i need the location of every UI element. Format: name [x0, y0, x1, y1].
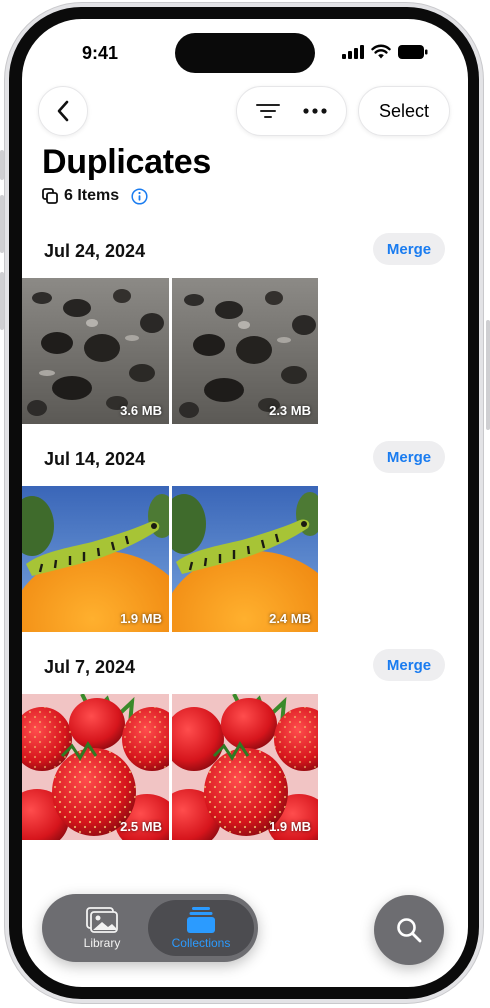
file-size: 1.9 MB	[269, 819, 311, 834]
file-size: 1.9 MB	[120, 611, 162, 626]
battery-icon	[398, 44, 428, 59]
item-count-row: 6 Items	[42, 187, 148, 205]
tab-bar: Library Collections	[42, 894, 258, 962]
search-icon	[397, 918, 422, 943]
photo-row: 2.5 MB 1.9 MB	[22, 694, 318, 840]
dynamic-island	[175, 33, 315, 73]
photo-library-icon	[86, 906, 118, 933]
file-size: 2.4 MB	[269, 611, 311, 626]
side-button	[0, 272, 4, 330]
side-button	[0, 150, 4, 180]
duplicate-icon	[42, 188, 58, 204]
cellular-signal-icon	[342, 44, 364, 59]
photo-row: 1.9 MB 2.4 MB	[22, 486, 318, 632]
photo-thumbnail[interactable]: 3.6 MB	[22, 278, 169, 424]
group-date: Jul 7, 2024	[44, 657, 136, 677]
tab-library-label: Library	[83, 935, 121, 950]
status-icons	[342, 44, 428, 59]
more-button[interactable]	[295, 91, 335, 131]
wifi-icon	[371, 44, 391, 59]
group-date: Jul 14, 2024	[44, 449, 146, 469]
file-size: 2.3 MB	[269, 403, 311, 418]
merge-button[interactable]: Merge	[373, 649, 445, 681]
filter-button[interactable]	[248, 91, 288, 131]
file-size: 3.6 MB	[120, 403, 162, 418]
photo-thumbnail[interactable]: 2.3 MB	[172, 278, 318, 424]
photo-thumbnail[interactable]: 2.4 MB	[172, 486, 318, 632]
side-button	[0, 195, 4, 253]
item-count: 6 Items	[64, 187, 120, 204]
photo-thumbnail[interactable]: 2.5 MB	[22, 694, 169, 840]
page-title: Duplicates	[42, 143, 211, 181]
merge-button[interactable]: Merge	[373, 233, 445, 265]
photo-row: 3.6 MB 2.3 MB	[22, 278, 318, 424]
tab-collections-label: Collections	[171, 935, 231, 950]
tab-library[interactable]: Library	[46, 900, 158, 956]
photo-thumbnail[interactable]: 1.9 MB	[22, 486, 169, 632]
photo-thumbnail[interactable]: 1.9 MB	[172, 694, 318, 840]
more-icon	[303, 108, 327, 114]
chevron-left-icon	[57, 100, 69, 122]
back-button[interactable]	[38, 86, 88, 136]
collections-icon	[187, 906, 215, 933]
status-time: 9:41	[82, 43, 119, 63]
info-icon[interactable]	[131, 187, 148, 205]
power-button	[486, 320, 490, 430]
toolbar-pill	[236, 86, 347, 136]
merge-button[interactable]: Merge	[373, 441, 445, 473]
select-button[interactable]: Select	[358, 86, 450, 136]
screen: 9:41 Select Duplicates 6 Items Jul 24, 2…	[22, 19, 468, 987]
search-button[interactable]	[374, 895, 444, 965]
tab-collections[interactable]: Collections	[148, 900, 254, 956]
filter-icon	[256, 104, 281, 118]
group-date: Jul 24, 2024	[44, 241, 146, 261]
file-size: 2.5 MB	[120, 819, 162, 834]
